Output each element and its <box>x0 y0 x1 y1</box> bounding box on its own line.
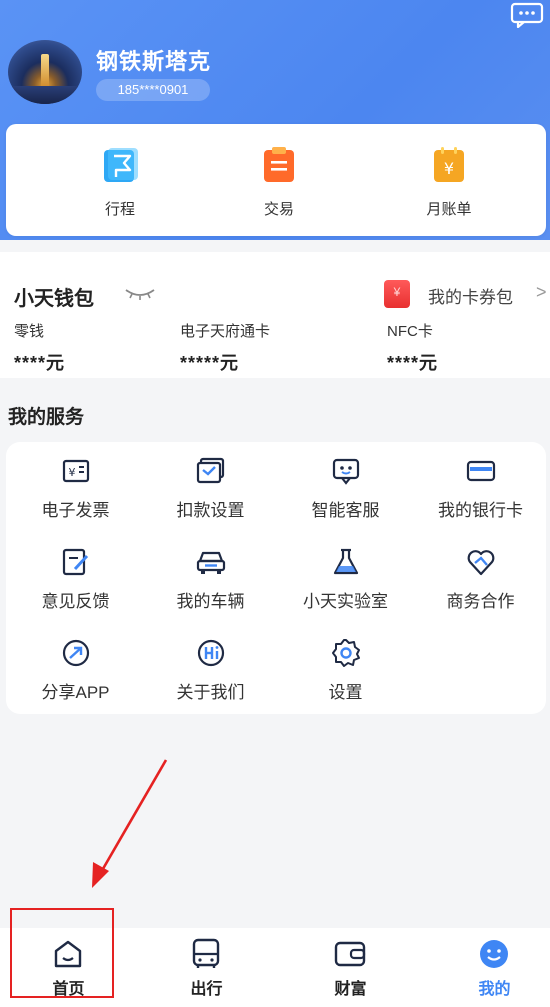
share-app-icon <box>62 639 90 667</box>
wallet-item-value: *****元 <box>180 353 240 373</box>
coupon-yen: ¥ <box>393 285 401 299</box>
service-label: 设置 <box>328 683 363 702</box>
service-smart-support[interactable]: 智能客服 <box>278 442 413 532</box>
service-settings[interactable]: 设置 <box>278 624 413 714</box>
wallet-change[interactable]: 零钱 ****元 <box>14 320 65 375</box>
invoice-icon: ¥ <box>62 459 90 483</box>
deduction-settings-icon <box>196 457 225 484</box>
service-about-us[interactable]: 关于我们 <box>143 624 278 714</box>
service-label: 小天实验室 <box>303 592 388 611</box>
bank-card-icon <box>466 460 496 482</box>
service-lab[interactable]: 小天实验室 <box>278 533 413 623</box>
wallet-icon <box>334 941 366 967</box>
service-label: 扣款设置 <box>176 501 245 520</box>
service-business-cooperation[interactable]: 商务合作 <box>413 533 548 623</box>
smiley-icon <box>480 940 508 968</box>
service-label: 关于我们 <box>176 683 245 702</box>
service-my-vehicle[interactable]: 我的车辆 <box>143 533 278 623</box>
quick-action-label: 月账单 <box>426 201 472 218</box>
invoice-yen: ¥ <box>69 466 76 479</box>
tab-travel[interactable]: 出行 <box>138 928 275 1007</box>
service-label: 电子发票 <box>41 501 110 520</box>
service-label: 意见反馈 <box>41 592 110 611</box>
hide-balance-eye-icon[interactable] <box>124 286 156 302</box>
quick-action-trip[interactable]: 行程 <box>60 124 180 236</box>
wallet-item-label: NFC卡 <box>387 323 433 340</box>
vehicle-icon <box>196 551 226 574</box>
transaction-clipboard-icon <box>264 147 294 182</box>
feedback-icon <box>62 548 89 576</box>
quick-action-label: 交易 <box>263 201 294 218</box>
wallet-item-value: ****元 <box>387 353 439 373</box>
chevron-right-icon: > <box>536 282 547 302</box>
wallet-title: 小天钱包 <box>14 288 94 310</box>
service-label: 商务合作 <box>446 592 515 611</box>
tab-mine[interactable]: 我的 <box>426 928 550 1007</box>
service-feedback[interactable]: 意见反馈 <box>8 533 143 623</box>
username[interactable]: 钢铁斯塔克 <box>96 44 211 76</box>
phone-number: 185****0901 <box>96 79 210 101</box>
services-grid: ¥ 电子发票 扣款设置 智能客服 我的银行卡 意见反馈 我的车辆 小天实验室 商… <box>6 442 546 714</box>
about-us-hi-icon <box>197 639 225 667</box>
service-share-app[interactable]: 分享APP <box>8 624 143 714</box>
quick-actions-card: 行程 交易 ¥ 月账单 <box>6 124 546 236</box>
avatar-water <box>8 86 82 104</box>
settings-gear-icon <box>332 639 360 667</box>
bus-icon <box>192 938 220 968</box>
card-pack-label: 我的卡券包 <box>428 288 513 307</box>
service-bank-card[interactable]: 我的银行卡 <box>413 442 548 532</box>
service-deduction-settings[interactable]: 扣款设置 <box>143 442 278 532</box>
wallet-item-label: 电子天府通卡 <box>180 323 271 340</box>
avatar-tower <box>41 54 49 88</box>
quick-action-label: 行程 <box>104 201 135 218</box>
service-label: 我的银行卡 <box>438 501 523 520</box>
trip-flag-icon <box>104 148 138 182</box>
annotation-highlight-box <box>10 908 114 998</box>
service-label: 智能客服 <box>311 501 380 520</box>
tab-label: 出行 <box>190 981 223 998</box>
quick-action-transaction[interactable]: 交易 <box>219 124 339 236</box>
wallet-section: 小天钱包 ¥ 我的卡券包 > 零钱 ****元 电子天府通卡 *****元 NF… <box>0 252 550 378</box>
wallet-item-label: 零钱 <box>14 323 45 340</box>
wallet-tianfutong-card[interactable]: 电子天府通卡 *****元 <box>180 320 270 375</box>
tab-label: 我的 <box>478 981 511 998</box>
smart-service-icon <box>332 458 360 485</box>
monthly-bill-icon: ¥ <box>434 147 464 182</box>
lab-flask-icon <box>333 548 359 575</box>
tab-label: 财富 <box>334 981 367 998</box>
message-icon[interactable] <box>510 2 544 28</box>
service-label: 分享APP <box>41 683 110 702</box>
service-invoice[interactable]: ¥ 电子发票 <box>8 442 143 532</box>
service-label: 我的车辆 <box>176 592 245 611</box>
yen-glyph: ¥ <box>444 159 454 178</box>
services-title: 我的服务 <box>8 407 85 428</box>
quick-action-monthly-bill[interactable]: ¥ 月账单 <box>389 124 509 236</box>
wallet-item-value: ****元 <box>14 353 66 373</box>
tab-wealth[interactable]: 财富 <box>282 928 419 1007</box>
business-heart-icon <box>467 550 495 576</box>
wallet-nfc-card[interactable]: NFC卡 ****元 <box>387 320 438 375</box>
avatar[interactable] <box>8 40 82 104</box>
